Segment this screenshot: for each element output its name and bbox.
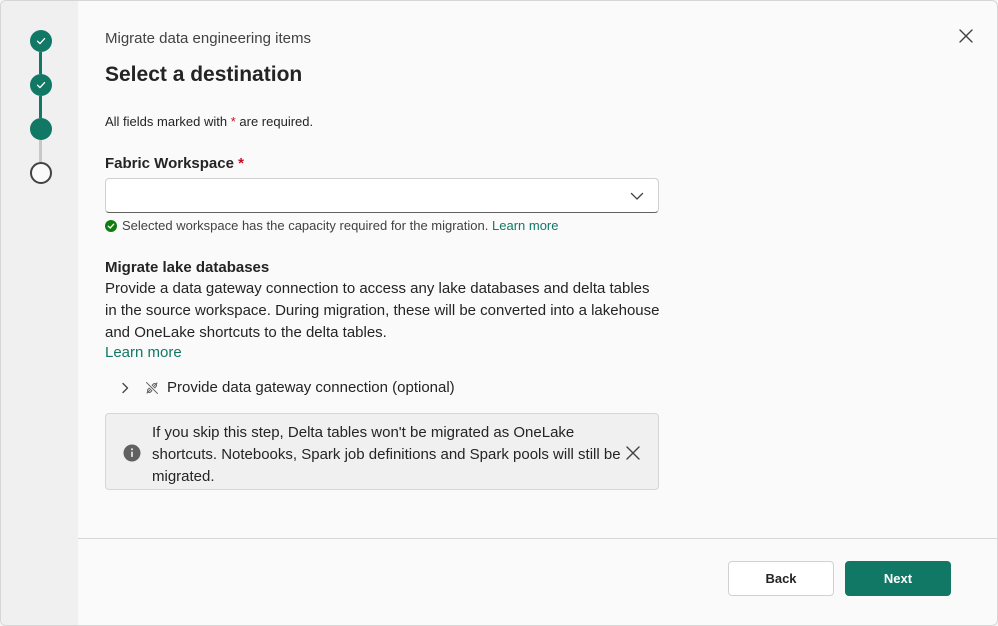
gateway-connection-expander[interactable]: Provide data gateway connection (optiona… [119, 379, 455, 396]
migration-dialog: Migrate data engineering items Select a … [0, 0, 998, 626]
step-1-completed [30, 30, 52, 52]
chevron-right-icon [122, 382, 129, 393]
required-note-suffix: are required. [235, 114, 314, 129]
step-connector [39, 140, 42, 162]
required-star: * [238, 155, 244, 172]
step-3-current [30, 118, 52, 140]
wizard-stepper [1, 1, 78, 625]
close-icon [959, 29, 973, 43]
step-connector [39, 96, 42, 118]
next-button[interactable]: Next [845, 561, 951, 596]
chevron-down-icon [630, 192, 644, 200]
lake-databases-title: Migrate lake databases [105, 259, 270, 276]
step-connector [39, 52, 42, 74]
info-message-bar: If you skip this step, Delta tables won'… [105, 413, 659, 490]
dismiss-info-button[interactable] [624, 444, 642, 462]
step-4-pending [30, 162, 52, 184]
workspace-label-text: Fabric Workspace [105, 155, 234, 172]
expander-label: Provide data gateway connection (optiona… [167, 379, 455, 396]
required-fields-note: All fields marked with * are required. [105, 114, 313, 129]
checkmark-icon [36, 37, 46, 45]
success-check-icon [105, 219, 117, 232]
workspace-validation-message: Selected workspace has the capacity requ… [105, 218, 558, 233]
validation-text: Selected workspace has the capacity requ… [122, 218, 489, 233]
back-button[interactable]: Back [728, 561, 834, 596]
lake-learn-more-link[interactable]: Learn more [105, 344, 182, 361]
dialog-subtitle: Migrate data engineering items [105, 30, 311, 47]
close-button[interactable] [955, 25, 977, 47]
footer-divider [78, 538, 997, 539]
close-icon [626, 446, 640, 460]
plug-disconnected-icon [146, 381, 158, 394]
checkmark-icon [36, 81, 46, 89]
step-2-completed [30, 74, 52, 96]
required-note-prefix: All fields marked with [105, 114, 231, 129]
page-title: Select a destination [105, 63, 303, 86]
info-message-text: If you skip this step, Delta tables won'… [152, 424, 621, 485]
workspace-dropdown[interactable] [105, 178, 659, 213]
workspace-label: Fabric Workspace * [105, 155, 244, 172]
lake-databases-description: Provide a data gateway connection to acc… [105, 280, 660, 341]
info-icon [123, 444, 141, 462]
validation-learn-more-link[interactable]: Learn more [492, 218, 558, 233]
